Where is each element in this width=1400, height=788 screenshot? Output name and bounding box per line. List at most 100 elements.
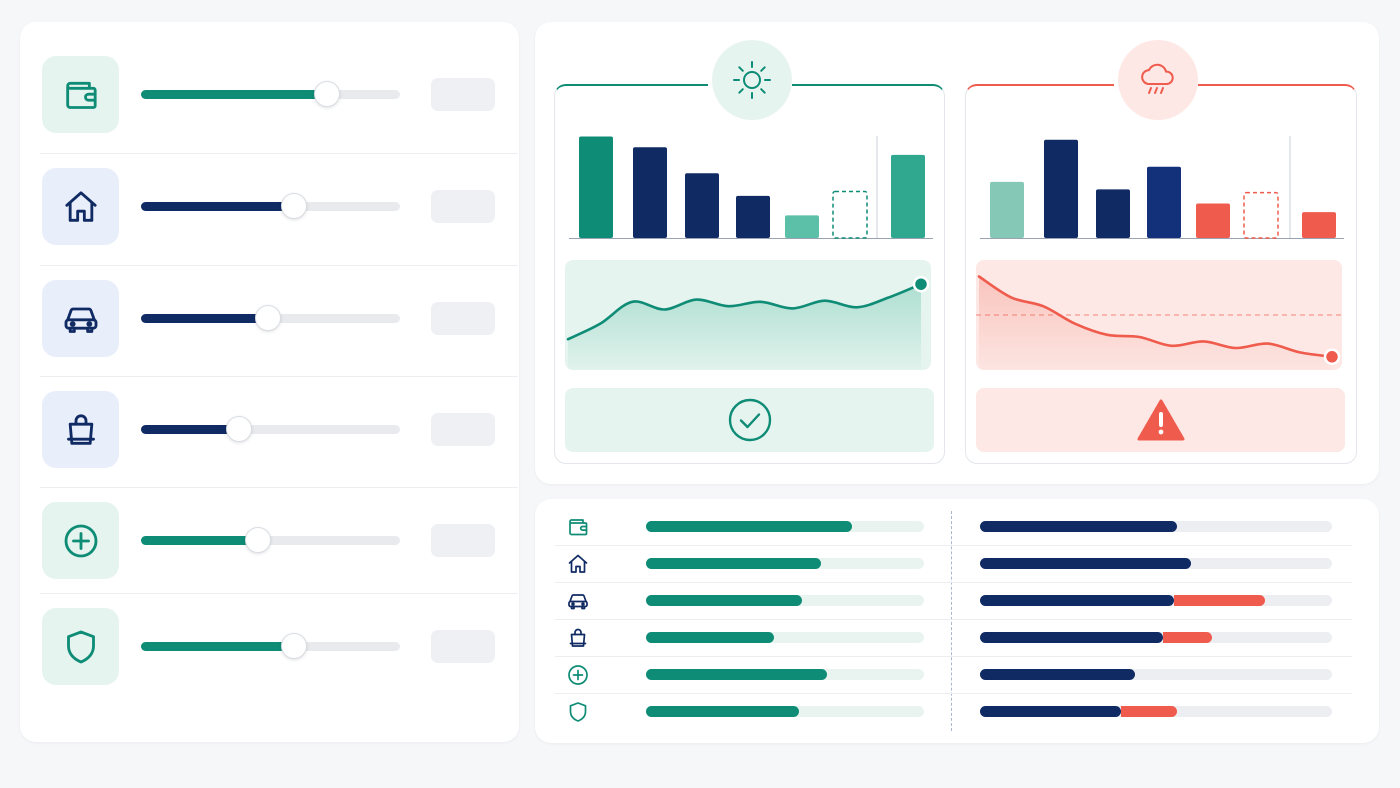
allocation-value-field[interactable] xyxy=(431,302,495,335)
allocation-row-insurance xyxy=(20,574,498,686)
allocation-value-field[interactable] xyxy=(431,413,495,446)
car-icon xyxy=(42,280,119,357)
slider-fill xyxy=(141,425,240,434)
good-scenario-bar-fill xyxy=(646,595,802,606)
allocation-row-health xyxy=(20,468,498,580)
allocation-panel xyxy=(20,22,519,742)
bad-scenario-bar-fill xyxy=(980,521,1178,532)
slider-handle[interactable] xyxy=(226,416,253,442)
trend-endpoint xyxy=(912,275,930,293)
comparison-row-insurance xyxy=(535,693,1379,730)
bad-scenario-bar xyxy=(980,706,1332,717)
slider-fill xyxy=(141,202,294,211)
overrun-bar-fill xyxy=(1120,706,1178,717)
home-icon xyxy=(566,552,590,576)
allocation-slider[interactable] xyxy=(141,416,400,442)
comparison-row-wallet xyxy=(535,508,1379,545)
allocation-value-field[interactable] xyxy=(431,630,495,663)
comparison-row-health xyxy=(535,656,1379,693)
good-scenario-panel xyxy=(554,40,945,464)
bad-scenario-bar-fill xyxy=(980,558,1192,569)
allocation-value-field[interactable] xyxy=(431,190,495,223)
sun-icon xyxy=(712,40,792,120)
good-scenario-bar xyxy=(646,595,924,606)
slider-handle[interactable] xyxy=(254,305,281,331)
allocation-row-car xyxy=(20,246,498,358)
projected-bar xyxy=(1243,191,1279,239)
overrun-bar-fill xyxy=(1163,632,1213,643)
bad-scenario-bar-fill xyxy=(980,595,1174,606)
bad-scenario-bar xyxy=(980,669,1332,680)
good-scenario-trend-chart xyxy=(565,260,931,370)
bar xyxy=(785,215,819,238)
good-scenario-bar-chart xyxy=(569,136,933,239)
bad-scenario-bar xyxy=(980,632,1332,643)
slider-handle[interactable] xyxy=(280,193,307,219)
comparison-row-car xyxy=(535,582,1379,619)
allocation-value-field[interactable] xyxy=(431,524,495,557)
wallet-icon xyxy=(566,515,590,539)
allocation-row-wallet xyxy=(20,22,498,134)
slider-fill xyxy=(141,536,258,545)
trend-area xyxy=(568,284,921,370)
shopping-bag-icon xyxy=(42,391,119,468)
allocation-slider[interactable] xyxy=(141,527,400,553)
slider-fill xyxy=(141,642,294,651)
bad-scenario-bar-fill xyxy=(980,706,1121,717)
good-scenario-bar-fill xyxy=(646,632,774,643)
slider-handle[interactable] xyxy=(244,527,271,553)
bad-scenario-bar-fill xyxy=(980,632,1164,643)
bad-scenario-bar xyxy=(980,595,1332,606)
bad-scenario-panel xyxy=(965,40,1357,464)
bar xyxy=(685,173,719,238)
shopping-bag-icon xyxy=(566,626,590,650)
good-scenario-bar xyxy=(646,706,924,717)
good-scenario-bar xyxy=(646,669,924,680)
slider-fill xyxy=(141,314,268,323)
car-icon xyxy=(566,589,590,613)
plus-circle-icon xyxy=(42,502,119,579)
shield-icon xyxy=(566,700,590,724)
bar xyxy=(1096,189,1130,238)
bad-scenario-trend-chart xyxy=(976,260,1342,370)
allocation-slider[interactable] xyxy=(141,193,400,219)
slider-handle[interactable] xyxy=(280,633,307,659)
bad-scenario-bar xyxy=(980,558,1332,569)
good-scenario-bar xyxy=(646,558,924,569)
bad-scenario-bar-chart xyxy=(980,136,1344,239)
plus-circle-icon xyxy=(566,663,590,687)
bar xyxy=(891,154,925,238)
bad-status-box xyxy=(976,388,1345,452)
overrun-bar-fill xyxy=(1173,595,1266,606)
allocation-row-shopping xyxy=(20,357,498,469)
slider-handle[interactable] xyxy=(314,81,341,107)
bad-scenario-bar xyxy=(980,521,1332,532)
warning-icon xyxy=(1137,399,1184,441)
allocation-value-field[interactable] xyxy=(431,78,495,111)
bad-scenario-bar-fill xyxy=(980,669,1135,680)
home-icon xyxy=(42,168,119,245)
projected-bar xyxy=(832,190,868,239)
good-scenario-bar-fill xyxy=(646,706,799,717)
comparison-row-home xyxy=(535,545,1379,582)
allocation-slider[interactable] xyxy=(141,633,400,659)
allocation-slider[interactable] xyxy=(141,305,400,331)
good-scenario-bar xyxy=(646,521,924,532)
good-status-box xyxy=(565,388,934,452)
good-scenario-bar xyxy=(646,632,924,643)
good-scenario-bar-fill xyxy=(646,521,852,532)
bar xyxy=(579,136,613,238)
cloud-rain-icon xyxy=(1118,40,1198,120)
check-circle-icon xyxy=(728,398,771,442)
allocation-row-home xyxy=(20,134,498,246)
scenario-panel xyxy=(535,22,1379,484)
slider-fill xyxy=(141,90,328,99)
comparison-row-shopping xyxy=(535,619,1379,656)
bar xyxy=(633,147,667,238)
good-scenario-bar-fill xyxy=(646,669,827,680)
trend-endpoint xyxy=(1323,348,1341,366)
bar xyxy=(990,181,1024,238)
bar xyxy=(1196,203,1230,238)
allocation-slider[interactable] xyxy=(141,81,400,107)
good-scenario-bar-fill xyxy=(646,558,822,569)
